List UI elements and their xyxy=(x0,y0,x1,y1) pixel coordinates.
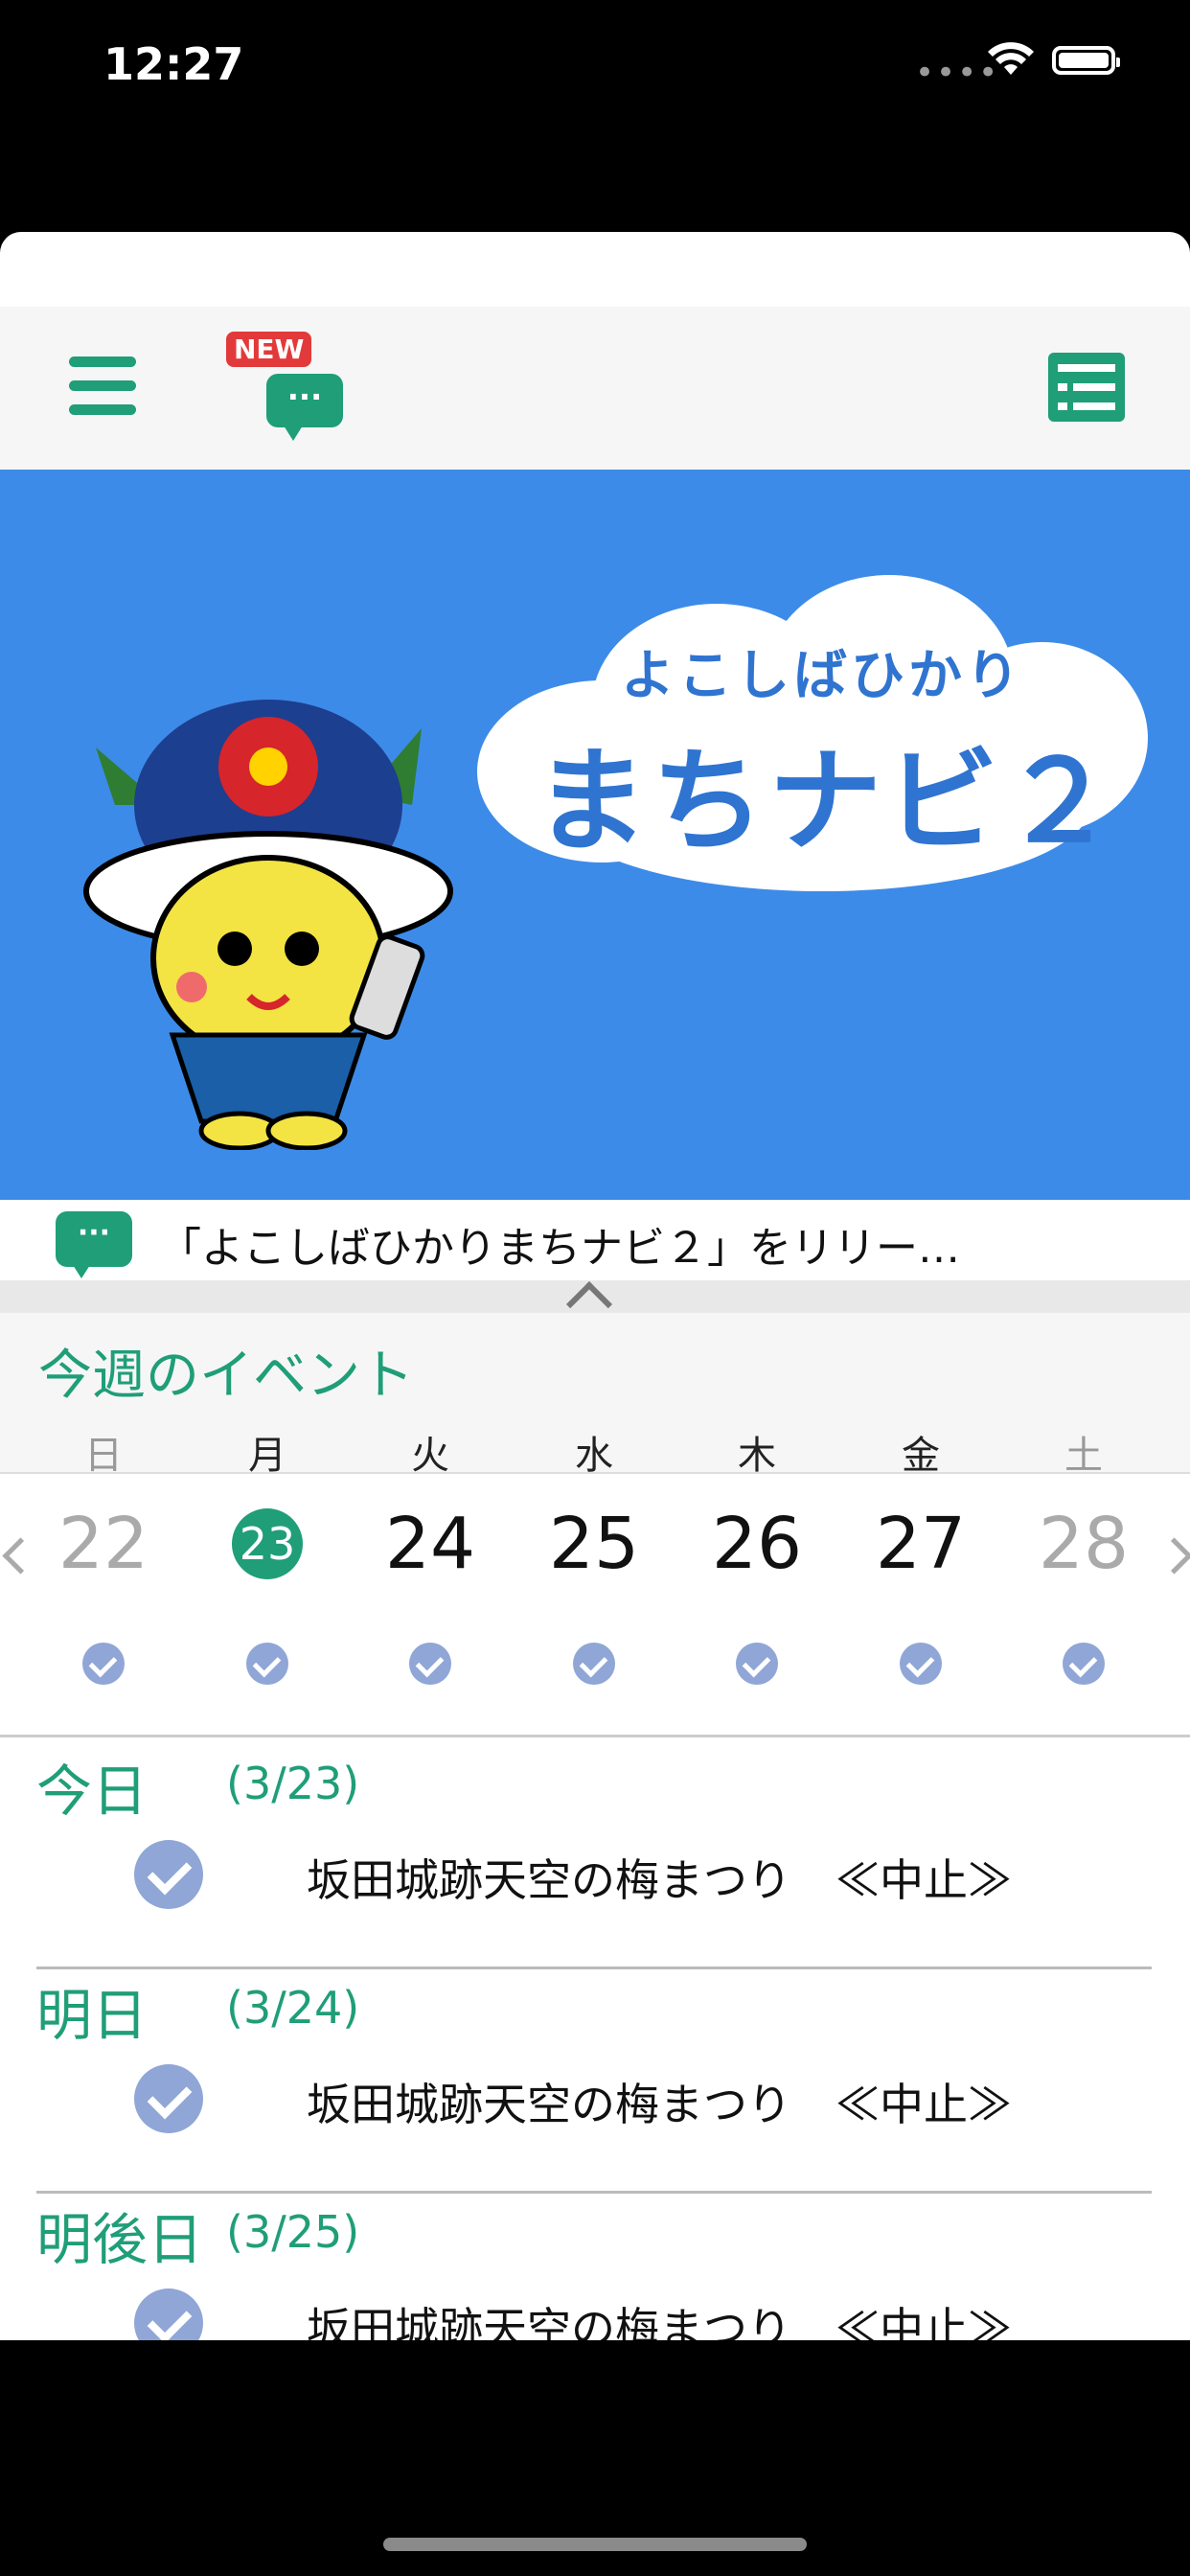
weekly-events-calendar: 今週のイベント 日 月 火 水 木 金 土 22 23 24 25 26 27 … xyxy=(0,1313,1190,1735)
section-label: 明後日 xyxy=(36,2207,204,2272)
list-view-button[interactable] xyxy=(1048,353,1125,422)
news-text: 「よこしばひかりまちナビ２」をリリー… xyxy=(159,1224,960,1273)
banner-subtitle: よこしばひかり xyxy=(621,645,1023,707)
home-indicator[interactable] xyxy=(383,2538,807,2551)
check-icon xyxy=(134,2064,203,2133)
chat-button[interactable]: NEW ··· xyxy=(226,332,351,447)
battery-icon xyxy=(1052,46,1120,75)
day-cell[interactable]: 28 xyxy=(1026,1503,1141,1585)
section-label: 明日 xyxy=(36,1983,149,2048)
weekday-label: 水 xyxy=(575,1434,613,1478)
event-check-icon xyxy=(1063,1643,1105,1685)
new-badge: NEW xyxy=(226,332,312,367)
weekday-header: 日 月 火 水 木 金 土 xyxy=(0,1424,1190,1478)
event-title[interactable]: 坂田城跡天空の梅まつり ≪中止≫ xyxy=(307,2070,1012,2133)
status-bar: 12:27 •••• xyxy=(0,0,1190,134)
event-check-icon xyxy=(900,1643,942,1685)
section-label: 今日 xyxy=(36,1759,149,1824)
day-cell[interactable]: 25 xyxy=(537,1503,652,1585)
event-title[interactable]: 坂田城跡天空の梅まつり ≪中止≫ xyxy=(307,2294,1012,2340)
wifi-icon xyxy=(988,42,1034,75)
hero-banner: よこしばひかり まちナビ２ xyxy=(0,470,1190,1200)
event-title[interactable]: 坂田城跡天空の梅まつり ≪中止≫ xyxy=(307,1846,1012,1909)
day-cell-today[interactable]: 23 xyxy=(210,1518,325,1570)
next-week-icon[interactable] xyxy=(1156,1537,1190,1575)
event-check-icon xyxy=(246,1643,288,1685)
mascot-illustration xyxy=(83,700,453,1150)
previous-week-icon[interactable] xyxy=(2,1537,39,1575)
menu-button[interactable] xyxy=(69,356,136,416)
divider xyxy=(36,2191,1152,2194)
check-icon xyxy=(134,1840,203,1909)
event-list: 今日 (3/23) 坂田城跡天空の梅まつり ≪中止≫ 明日 (3/24) 坂田城… xyxy=(0,1735,1190,2340)
check-icon xyxy=(134,2288,203,2340)
collapse-handle[interactable] xyxy=(0,1280,1190,1328)
day-cell[interactable]: 22 xyxy=(46,1503,161,1585)
weekday-label: 土 xyxy=(1064,1434,1103,1478)
section-title: 今週のイベント xyxy=(38,1345,414,1407)
app-sheet: NEW ··· よこしばひかり まちナビ２ ··· 「よこしばひかりまちナビ２」… xyxy=(0,232,1190,2340)
chat-icon: ··· xyxy=(266,374,343,441)
weekday-label: 月 xyxy=(248,1434,286,1478)
day-cell[interactable]: 24 xyxy=(373,1503,488,1585)
day-row: 22 23 24 25 26 27 28 xyxy=(0,1474,1190,1735)
event-check-icon xyxy=(736,1643,778,1685)
day-cell[interactable]: 26 xyxy=(699,1503,814,1585)
section-date: (3/23) xyxy=(226,1758,360,1809)
news-ticker[interactable]: ··· 「よこしばひかりまちナビ２」をリリー… xyxy=(0,1200,1190,1280)
event-check-icon xyxy=(409,1643,451,1685)
status-time: 12:27 xyxy=(103,38,244,90)
day-cell[interactable]: 27 xyxy=(863,1503,978,1585)
divider xyxy=(36,1966,1152,1969)
event-check-icon xyxy=(573,1643,615,1685)
chat-icon: ··· xyxy=(56,1211,132,1278)
title-cloud: よこしばひかり まちナビ２ xyxy=(477,575,1148,891)
section-date: (3/25) xyxy=(226,2206,360,2258)
section-date: (3/24) xyxy=(226,1982,360,2034)
banner-title: まちナビ２ xyxy=(535,735,1120,867)
weekday-label: 金 xyxy=(902,1434,940,1478)
weekday-label: 木 xyxy=(738,1434,776,1478)
weekday-label: 火 xyxy=(411,1434,449,1478)
event-check-icon xyxy=(82,1643,125,1685)
weekday-label: 日 xyxy=(84,1434,123,1478)
top-toolbar: NEW ··· xyxy=(0,307,1190,471)
